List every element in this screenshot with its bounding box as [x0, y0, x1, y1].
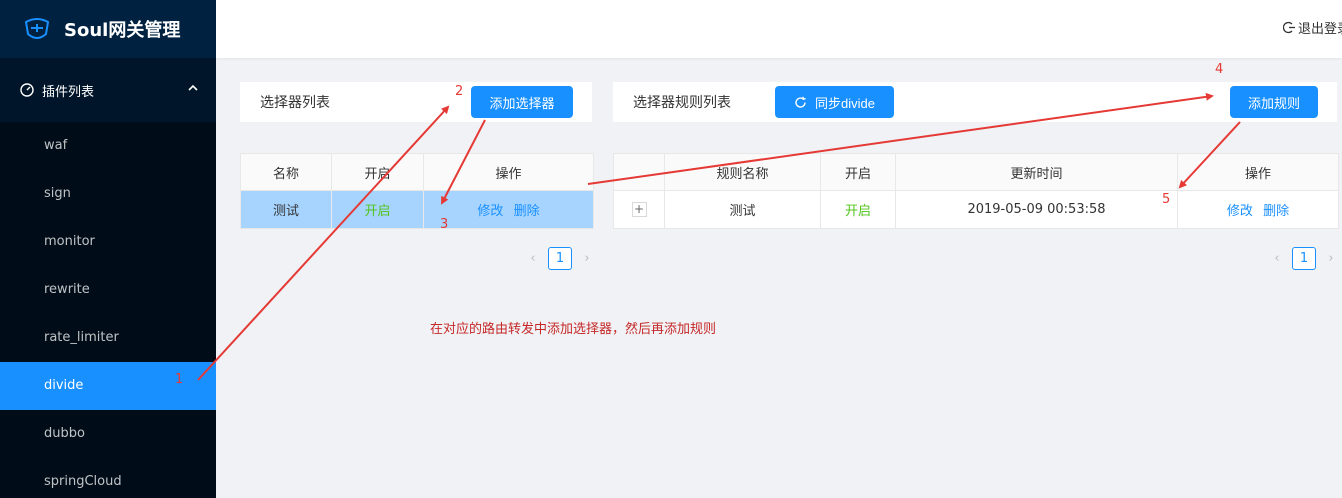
- rule-enabled-cell: 开启: [820, 190, 896, 229]
- top-header: 退出登录: [216, 0, 1342, 58]
- rule-actions-cell: 修改 删除: [1177, 190, 1339, 229]
- col-actions-header: 操作: [423, 153, 594, 191]
- logout-icon: [1282, 21, 1295, 34]
- logout-label: 退出登录: [1297, 22, 1342, 37]
- rule-name-cell: 测试: [664, 190, 821, 229]
- expand-cell: +: [613, 190, 665, 229]
- sidebar-item-waf[interactable]: waf: [0, 122, 216, 170]
- logo[interactable]: Soul网关管理: [0, 0, 216, 58]
- sidebar-item-dubbo[interactable]: dubbo: [0, 410, 216, 458]
- logout-button[interactable]: 退出登录: [1282, 18, 1342, 37]
- next-page-icon[interactable]: ›: [1324, 251, 1338, 266]
- rule-updated-cell: 2019-05-09 00:53:58: [895, 190, 1178, 229]
- add-rule-button[interactable]: 添加规则: [1230, 86, 1318, 118]
- sidebar-item-springcloud[interactable]: springCloud: [0, 458, 216, 498]
- annotation-note: 在对应的路由转发中添加选择器，然后再添加规则: [430, 322, 717, 337]
- sidebar-item-divide[interactable]: divide: [0, 362, 216, 410]
- annotation-marker-5: 5: [1162, 192, 1171, 207]
- page-number[interactable]: 1: [548, 247, 572, 270]
- sidebar-item-rate-limiter[interactable]: rate_limiter: [0, 314, 216, 362]
- prev-page-icon[interactable]: ‹: [526, 251, 540, 266]
- table-row[interactable]: 测试 开启 修改 删除: [240, 190, 594, 229]
- selector-name-cell: 测试: [240, 190, 332, 229]
- sidebar-item-rewrite[interactable]: rewrite: [0, 266, 216, 314]
- plugin-list-menu[interactable]: 插件列表: [0, 58, 216, 122]
- app-title: Soul网关管理: [64, 20, 181, 41]
- edit-rule-link[interactable]: 修改: [1227, 204, 1253, 219]
- delete-rule-link[interactable]: 删除: [1263, 204, 1289, 219]
- selector-enabled-cell: 开启: [331, 190, 424, 229]
- col-name-header: 名称: [240, 153, 332, 191]
- prev-page-icon[interactable]: ‹: [1270, 251, 1284, 266]
- sync-icon: [795, 96, 806, 108]
- col-expand-header: [613, 153, 665, 191]
- delete-selector-link[interactable]: 删除: [514, 204, 540, 219]
- rule-table: 规则名称 开启 更新时间 操作 + 测试 开启 2019-05-09 00:53…: [613, 153, 1339, 229]
- page-number[interactable]: 1: [1292, 247, 1316, 270]
- sidebar-item-sign[interactable]: sign: [0, 170, 216, 218]
- col-enabled-header: 开启: [331, 153, 424, 191]
- col-rule-enabled-header: 开启: [820, 153, 896, 191]
- col-updated-header: 更新时间: [895, 153, 1178, 191]
- sidebar-item-monitor[interactable]: monitor: [0, 218, 216, 266]
- annotation-marker-2: 2: [455, 84, 464, 99]
- edit-selector-link[interactable]: 修改: [477, 204, 503, 219]
- sync-divide-label: 同步divide: [815, 95, 875, 111]
- expand-row-icon[interactable]: +: [631, 202, 647, 217]
- rule-pagination: ‹ 1 ›: [1270, 247, 1338, 270]
- next-page-icon[interactable]: ›: [580, 251, 594, 266]
- annotation-marker-4: 4: [1215, 62, 1224, 77]
- annotation-marker-1: 1: [175, 372, 184, 387]
- plugin-submenu: waf sign monitor rewrite rate_limiter di…: [0, 122, 216, 498]
- soul-logo-icon: [24, 18, 50, 39]
- arrow-1-to-2: [197, 105, 450, 381]
- rule-toolbar: 选择器规则列表: [613, 82, 1337, 122]
- dashboard-icon: [20, 83, 34, 97]
- plugin-list-label: 插件列表: [42, 84, 95, 100]
- col-rule-name-header: 规则名称: [664, 153, 821, 191]
- sidebar: Soul网关管理 插件列表 waf sign monitor rewrite r…: [0, 0, 216, 498]
- table-row[interactable]: + 测试 开启 2019-05-09 00:53:58 修改 删除: [613, 190, 1339, 229]
- selector-actions-cell: 修改 删除: [423, 190, 594, 229]
- selector-list-title: 选择器列表: [260, 95, 330, 111]
- annotation-marker-3: 3: [440, 217, 449, 232]
- selector-table: 名称 开启 操作 测试 开启 修改 删除: [240, 153, 594, 229]
- sync-divide-button[interactable]: 同步divide: [775, 86, 894, 118]
- chevron-up-icon: [188, 84, 198, 91]
- add-selector-button[interactable]: 添加选择器: [471, 86, 573, 118]
- selector-pagination: ‹ 1 ›: [526, 247, 594, 270]
- rule-list-title: 选择器规则列表: [633, 95, 731, 111]
- col-rule-actions-header: 操作: [1177, 153, 1339, 191]
